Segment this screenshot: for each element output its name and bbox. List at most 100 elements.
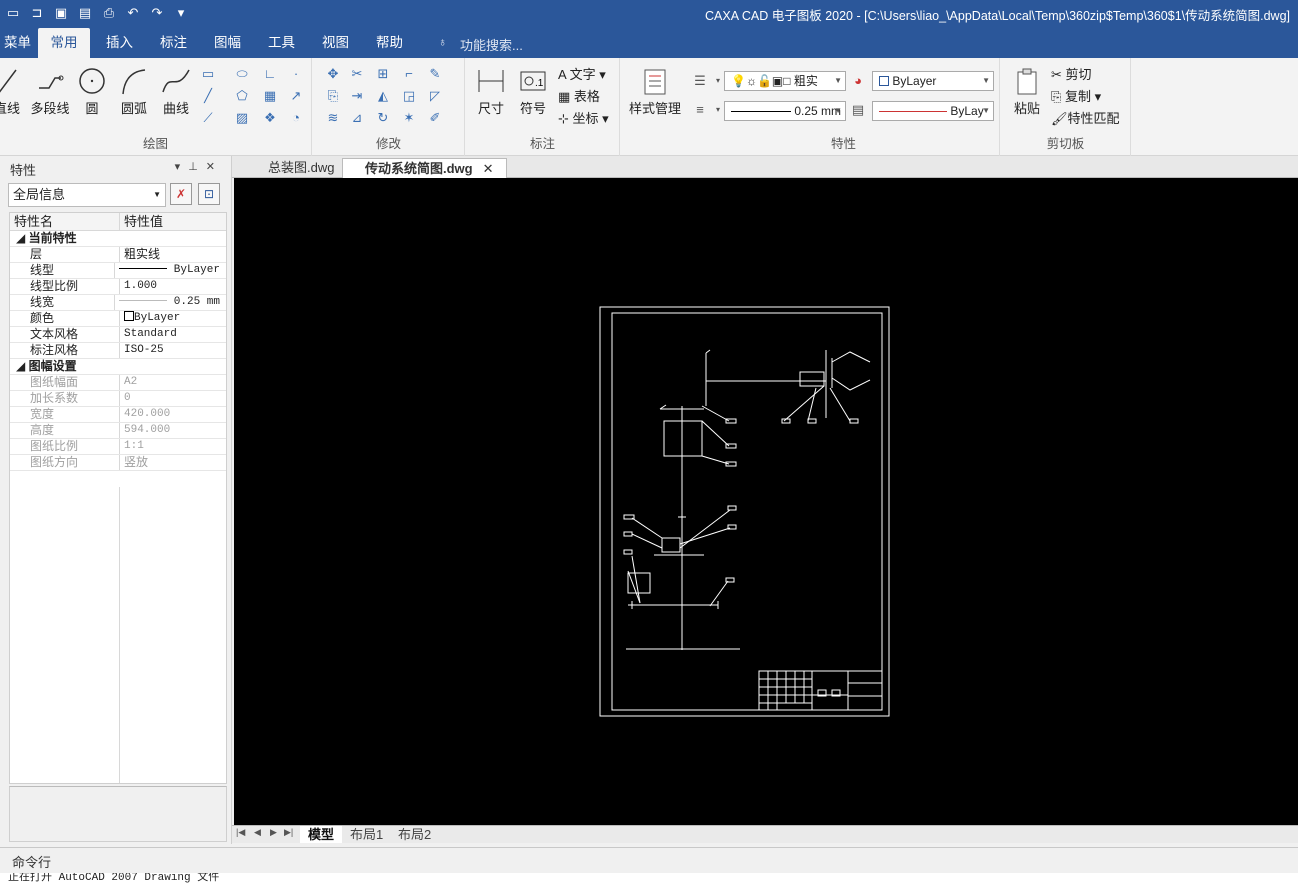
first-tab-icon[interactable]: |◀ bbox=[236, 827, 245, 838]
region-icon[interactable]: ▨ bbox=[234, 110, 250, 126]
tab-tools[interactable]: 工具 bbox=[254, 28, 309, 58]
tab-model[interactable]: 模型 bbox=[300, 826, 343, 843]
table-row[interactable]: 标注风格 ISO-25 bbox=[10, 343, 226, 359]
undo-icon[interactable]: ↶ bbox=[124, 4, 142, 22]
linewidth-select[interactable]: 0.25 mm ▼ bbox=[724, 101, 846, 121]
scale-icon[interactable]: ◲ bbox=[401, 88, 417, 104]
fillet-icon[interactable]: ⌐ bbox=[401, 66, 417, 82]
copy-button[interactable]: ⎘ 复制 ▾ bbox=[1051, 86, 1101, 105]
pin-icon[interactable]: ⊥ bbox=[188, 161, 206, 173]
command-output[interactable]: 正在打开 AutoCAD 2007 Drawing 文件 bbox=[0, 873, 1298, 888]
table-row[interactable]: 文本风格 Standard bbox=[10, 327, 226, 343]
stretch-icon[interactable]: ⊿ bbox=[349, 110, 365, 126]
table-row[interactable]: 线型 ByLayer bbox=[10, 263, 226, 279]
prev-tab-icon[interactable]: ◀ bbox=[254, 827, 261, 838]
dimension-button[interactable]: 尺寸 bbox=[474, 64, 508, 117]
layer-select[interactable]: 💡☼🔓▣□ 粗实 ▼ bbox=[724, 71, 846, 91]
customize-qat-icon[interactable]: ▾ bbox=[172, 4, 190, 22]
extend-icon[interactable]: ⇥ bbox=[349, 88, 365, 104]
array-icon[interactable]: ⊞ bbox=[375, 66, 391, 82]
rotate-icon[interactable]: ↻ bbox=[375, 110, 391, 126]
match-properties-button[interactable]: 🖌特性匹配 bbox=[1051, 108, 1120, 127]
tab-help[interactable]: 帮助 bbox=[362, 28, 417, 58]
scissors-icon: ✂ bbox=[1051, 67, 1062, 82]
close-icon[interactable]: ✕ bbox=[206, 161, 223, 173]
paste-button[interactable]: 粘贴 bbox=[1009, 64, 1045, 117]
function-search-input[interactable]: 功能搜索... bbox=[460, 35, 523, 54]
pen-line-icon[interactable]: ╱ bbox=[200, 88, 216, 104]
offset-icon[interactable]: ≋ bbox=[325, 110, 341, 126]
print-icon[interactable]: ⎙ bbox=[100, 4, 118, 22]
copy-object-icon[interactable]: ⎘ bbox=[325, 88, 341, 104]
table-button[interactable]: ▦ 表格 bbox=[558, 86, 600, 105]
line-weight-icon[interactable]: ▤ bbox=[850, 102, 866, 118]
tab-insert[interactable]: 插入 bbox=[92, 28, 147, 58]
spiral-icon[interactable]: ◔ bbox=[288, 110, 304, 126]
style-group: 样式管理 bbox=[621, 58, 687, 156]
style-manager-button[interactable]: 样式管理 bbox=[625, 64, 685, 117]
open-file-icon[interactable]: ⊐ bbox=[28, 4, 46, 22]
tab-document-active[interactable]: 传动系统简图.dwg ✕ bbox=[342, 158, 507, 178]
table-row[interactable]: 颜色 ByLayer bbox=[10, 311, 226, 327]
polyline-button[interactable]: 多段线 bbox=[28, 64, 72, 117]
color-swatch-icon bbox=[879, 76, 889, 86]
object-selector[interactable]: 全局信息 ▼ bbox=[8, 183, 166, 207]
panel-menu-icon[interactable]: ▾ bbox=[175, 161, 189, 173]
curve-button[interactable]: 曲线 bbox=[158, 64, 194, 117]
quick-select-button[interactable]: ⊡ bbox=[198, 183, 220, 205]
coordinate-button[interactable]: ⊹ 坐标 ▾ bbox=[558, 108, 609, 127]
edit-icon[interactable]: ✐ bbox=[427, 110, 443, 126]
table-row[interactable]: 线型比例 1.000 bbox=[10, 279, 226, 295]
trim-icon[interactable]: ✂ bbox=[349, 66, 365, 82]
drawing-canvas[interactable] bbox=[234, 178, 1298, 825]
cut-button[interactable]: ✂ 剪切 bbox=[1051, 64, 1092, 83]
linetype-icon[interactable]: ≡ bbox=[692, 102, 708, 118]
document-tab-bar: 总装图.dwg 传动系统简图.dwg ✕ bbox=[232, 156, 1298, 178]
polygon-icon[interactable]: ⬠ bbox=[234, 88, 250, 104]
line-button[interactable]: 直线 bbox=[0, 64, 22, 117]
circle-button[interactable]: 圆 bbox=[76, 64, 108, 117]
table-row[interactable]: 线宽 0.25 mm bbox=[10, 295, 226, 311]
color-wheel-icon[interactable]: ◕ bbox=[850, 73, 866, 89]
tab-common[interactable]: 常用 bbox=[38, 28, 90, 58]
properties-panel: 特性 ▾⊥✕ 全局信息 ▼ ✗ ⊡ 特性名 特性值 ◢ 当前特性 层粗实线 线型 … bbox=[0, 156, 232, 844]
mirror-icon[interactable]: ◭ bbox=[375, 88, 391, 104]
arrow-icon[interactable]: ↗ bbox=[288, 88, 304, 104]
section-sheet-settings[interactable]: ◢ 图幅设置 bbox=[10, 359, 226, 375]
point-icon[interactable]: · bbox=[288, 66, 304, 82]
line-icon bbox=[0, 69, 17, 93]
next-tab-icon[interactable]: ▶ bbox=[270, 827, 277, 838]
tab-sheet[interactable]: 图幅 bbox=[200, 28, 255, 58]
hatch-icon[interactable]: ▦ bbox=[262, 88, 278, 104]
save-icon[interactable]: ▣ bbox=[52, 4, 70, 22]
block-icon[interactable]: ❖ bbox=[262, 110, 278, 126]
color-select[interactable]: ByLayer ▼ bbox=[872, 71, 994, 91]
table-row[interactable]: 层粗实线 bbox=[10, 247, 226, 263]
save-as-icon[interactable]: ▤ bbox=[76, 4, 94, 22]
explode-icon[interactable]: ✶ bbox=[401, 110, 417, 126]
tab-layout-2[interactable]: 布局2 bbox=[390, 826, 439, 843]
copy-icon: ⎘ bbox=[1051, 89, 1062, 104]
tab-layout-1[interactable]: 布局1 bbox=[342, 826, 391, 843]
section-current-properties[interactable]: ◢ 当前特性 bbox=[10, 231, 226, 247]
rectangle-icon[interactable]: ▭ bbox=[200, 66, 216, 82]
angle-line-icon[interactable]: ∟ bbox=[262, 66, 278, 82]
redo-icon[interactable]: ↷ bbox=[148, 4, 166, 22]
eraser-icon[interactable]: ✎ bbox=[427, 66, 443, 82]
close-tab-icon[interactable]: ✕ bbox=[483, 161, 494, 176]
move-icon[interactable]: ✥ bbox=[325, 66, 341, 82]
tab-annotate[interactable]: 标注 bbox=[146, 28, 201, 58]
new-file-icon[interactable]: ▭ bbox=[4, 4, 22, 22]
tab-view[interactable]: 视图 bbox=[308, 28, 363, 58]
chamfer-icon[interactable]: ◸ bbox=[427, 88, 443, 104]
symbol-button[interactable]: .1 符号 bbox=[516, 64, 550, 117]
arc-button[interactable]: 圆弧 bbox=[116, 64, 152, 117]
ellipse-icon[interactable]: ⬭ bbox=[234, 66, 250, 82]
tab-document-assembly[interactable]: 总装图.dwg bbox=[246, 158, 346, 178]
layer-manager-icon[interactable]: ☰ bbox=[692, 73, 708, 89]
text-button[interactable]: A 文字 ▾ bbox=[558, 64, 606, 83]
linetype-select[interactable]: ByLay ▼ bbox=[872, 101, 994, 121]
clear-selection-button[interactable]: ✗ bbox=[170, 183, 192, 205]
last-tab-icon[interactable]: ▶| bbox=[284, 827, 293, 838]
construction-line-icon[interactable]: ⟋ bbox=[200, 110, 216, 126]
